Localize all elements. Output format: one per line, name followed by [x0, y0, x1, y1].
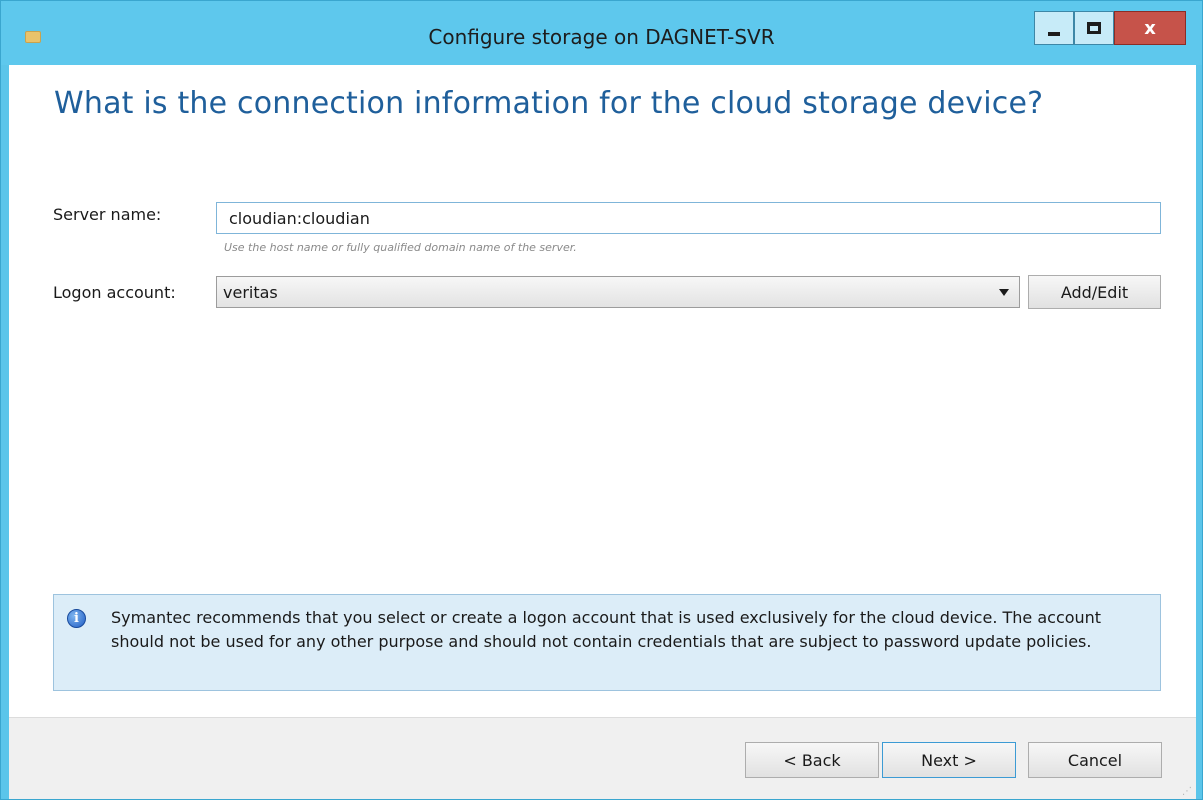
server-name-label: Server name: — [53, 205, 162, 224]
wizard-footer: < Back Next > Cancel ⋰ — [9, 717, 1196, 799]
info-icon: i — [67, 609, 86, 628]
window-title: Configure storage on DAGNET-SVR — [428, 25, 775, 49]
server-name-input[interactable] — [216, 202, 1161, 234]
info-message-box: i Symantec recommends that you select or… — [53, 594, 1161, 691]
logon-account-value: veritas — [223, 282, 278, 302]
add-edit-button[interactable]: Add/Edit — [1028, 275, 1161, 309]
maximize-icon — [1087, 22, 1101, 34]
minimize-icon — [1048, 32, 1060, 36]
logon-account-select[interactable]: veritas — [216, 276, 1020, 308]
title-bar[interactable]: Configure storage on DAGNET-SVR x — [1, 1, 1202, 65]
next-button[interactable]: Next > — [882, 742, 1016, 778]
minimize-button[interactable] — [1034, 11, 1074, 45]
wizard-window: Configure storage on DAGNET-SVR x What i… — [0, 0, 1203, 800]
wizard-content: What is the connection information for t… — [9, 65, 1196, 717]
logon-account-label: Logon account: — [53, 283, 176, 302]
close-button[interactable]: x — [1114, 11, 1186, 45]
dropdown-arrow-icon[interactable] — [999, 289, 1009, 296]
info-message-text: Symantec recommends that you select or c… — [111, 608, 1102, 651]
resize-grip-icon[interactable]: ⋰ — [1182, 786, 1192, 797]
server-name-hint: Use the host name or fully qualified dom… — [224, 241, 577, 254]
cancel-button[interactable]: Cancel — [1028, 742, 1162, 778]
close-icon: x — [1144, 17, 1156, 39]
page-title: What is the connection information for t… — [54, 86, 1044, 121]
maximize-button[interactable] — [1074, 11, 1114, 45]
back-button[interactable]: < Back — [745, 742, 879, 778]
